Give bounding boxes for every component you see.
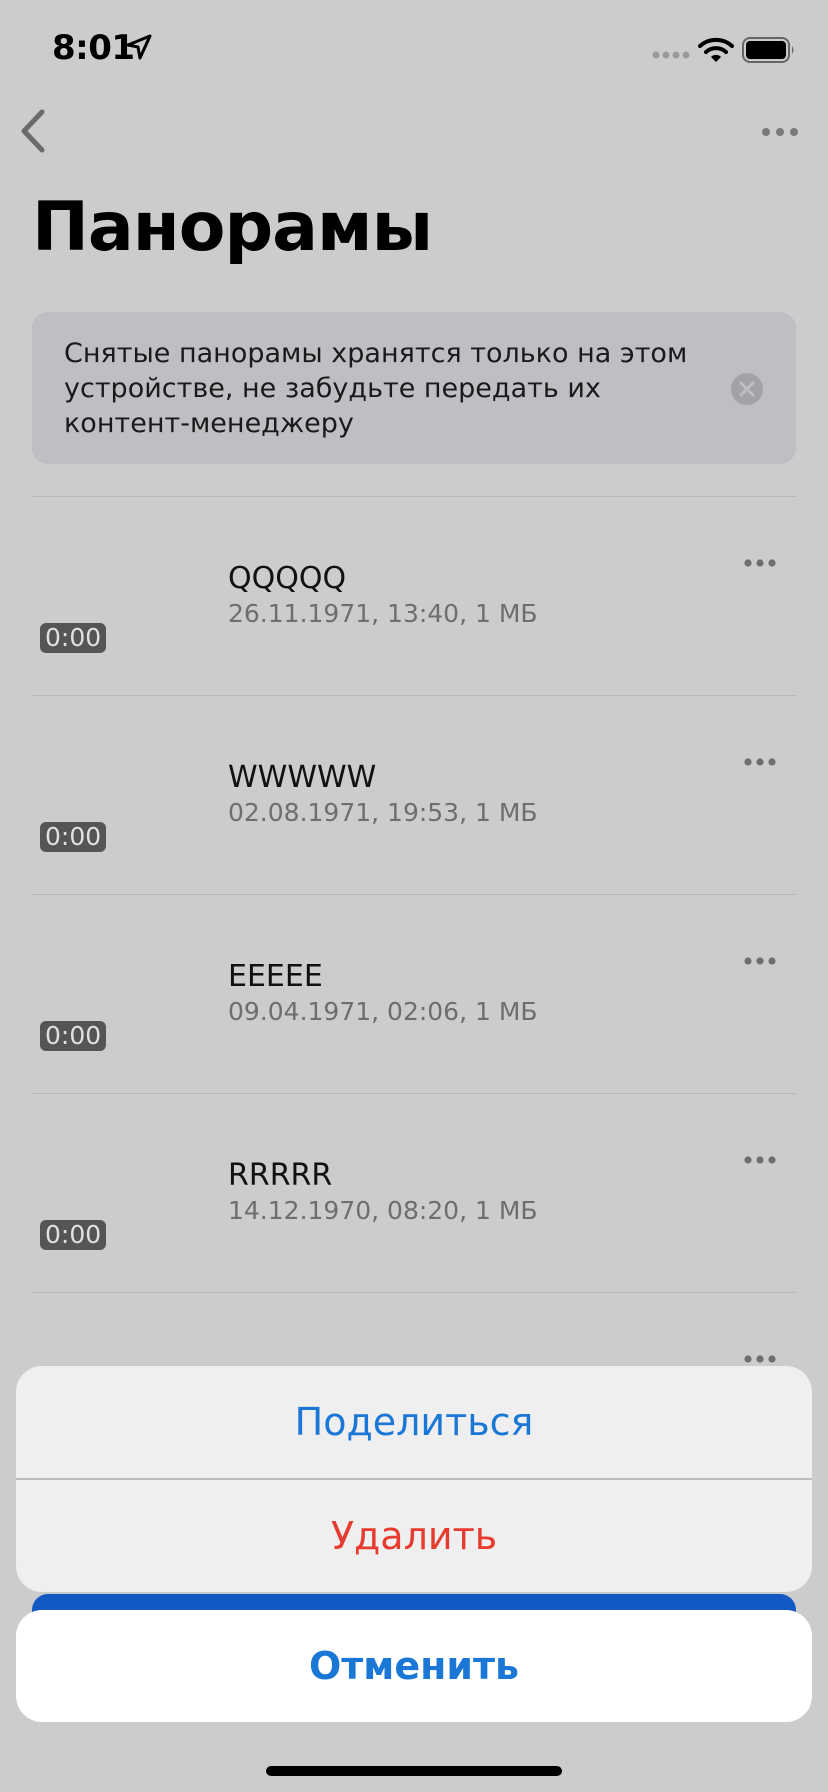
more-icon[interactable]	[760, 122, 800, 142]
more-icon[interactable]	[742, 955, 778, 967]
list-item[interactable]: 0:00 EEEEE 09.04.1971, 02:06, 1 МБ	[32, 894, 796, 1093]
duration-badge: 0:00	[40, 623, 107, 653]
banner-text: Снятые панорамы хранятся только на этом …	[64, 338, 688, 439]
home-indicator[interactable]	[266, 1766, 562, 1776]
cancel-button[interactable]: Отменить	[16, 1610, 812, 1722]
location-arrow-icon	[126, 34, 152, 60]
item-title: EEEEE	[228, 959, 323, 994]
battery-icon	[742, 37, 794, 63]
item-meta: 09.04.1971, 02:06, 1 МБ	[228, 997, 538, 1026]
duration-badge: 0:00	[40, 822, 107, 852]
info-banner: Снятые панорамы хранятся только на этом …	[32, 312, 796, 464]
duration-badge: 0:00	[40, 1220, 107, 1250]
item-meta: 14.12.1970, 08:20, 1 МБ	[228, 1196, 538, 1225]
more-icon[interactable]	[742, 1154, 778, 1166]
more-icon[interactable]	[742, 756, 778, 768]
more-icon[interactable]	[742, 1353, 778, 1365]
back-chevron-icon[interactable]	[14, 106, 58, 156]
delete-button[interactable]: Удалить	[16, 1480, 812, 1592]
page-title: Панорамы	[32, 188, 433, 267]
status-time: 8:01	[52, 28, 135, 68]
share-button[interactable]: Поделиться	[16, 1366, 812, 1478]
list-item[interactable]: 0:00 WWWWW 02.08.1971, 19:53, 1 МБ	[32, 695, 796, 894]
more-icon[interactable]	[742, 557, 778, 569]
item-meta: 02.08.1971, 19:53, 1 МБ	[228, 798, 538, 827]
panorama-list: 0:00 QQQQQ 26.11.1971, 13:40, 1 МБ 0:00 …	[32, 496, 796, 1491]
list-item[interactable]: 0:00 QQQQQ 26.11.1971, 13:40, 1 МБ	[32, 496, 796, 695]
cellular-signal-icon	[652, 51, 690, 59]
status-bar: 8:01	[0, 0, 828, 100]
item-meta: 26.11.1971, 13:40, 1 МБ	[228, 599, 538, 628]
item-title: RRRRR	[228, 1158, 333, 1193]
duration-badge: 0:00	[40, 1021, 107, 1051]
close-icon[interactable]	[730, 372, 764, 406]
item-title: QQQQQ	[228, 561, 347, 596]
item-title: WWWWW	[228, 760, 377, 795]
list-item[interactable]: 0:00 RRRRR 14.12.1970, 08:20, 1 МБ	[32, 1093, 796, 1292]
action-sheet: Поделиться Удалить	[16, 1366, 812, 1592]
wifi-icon	[698, 37, 734, 62]
